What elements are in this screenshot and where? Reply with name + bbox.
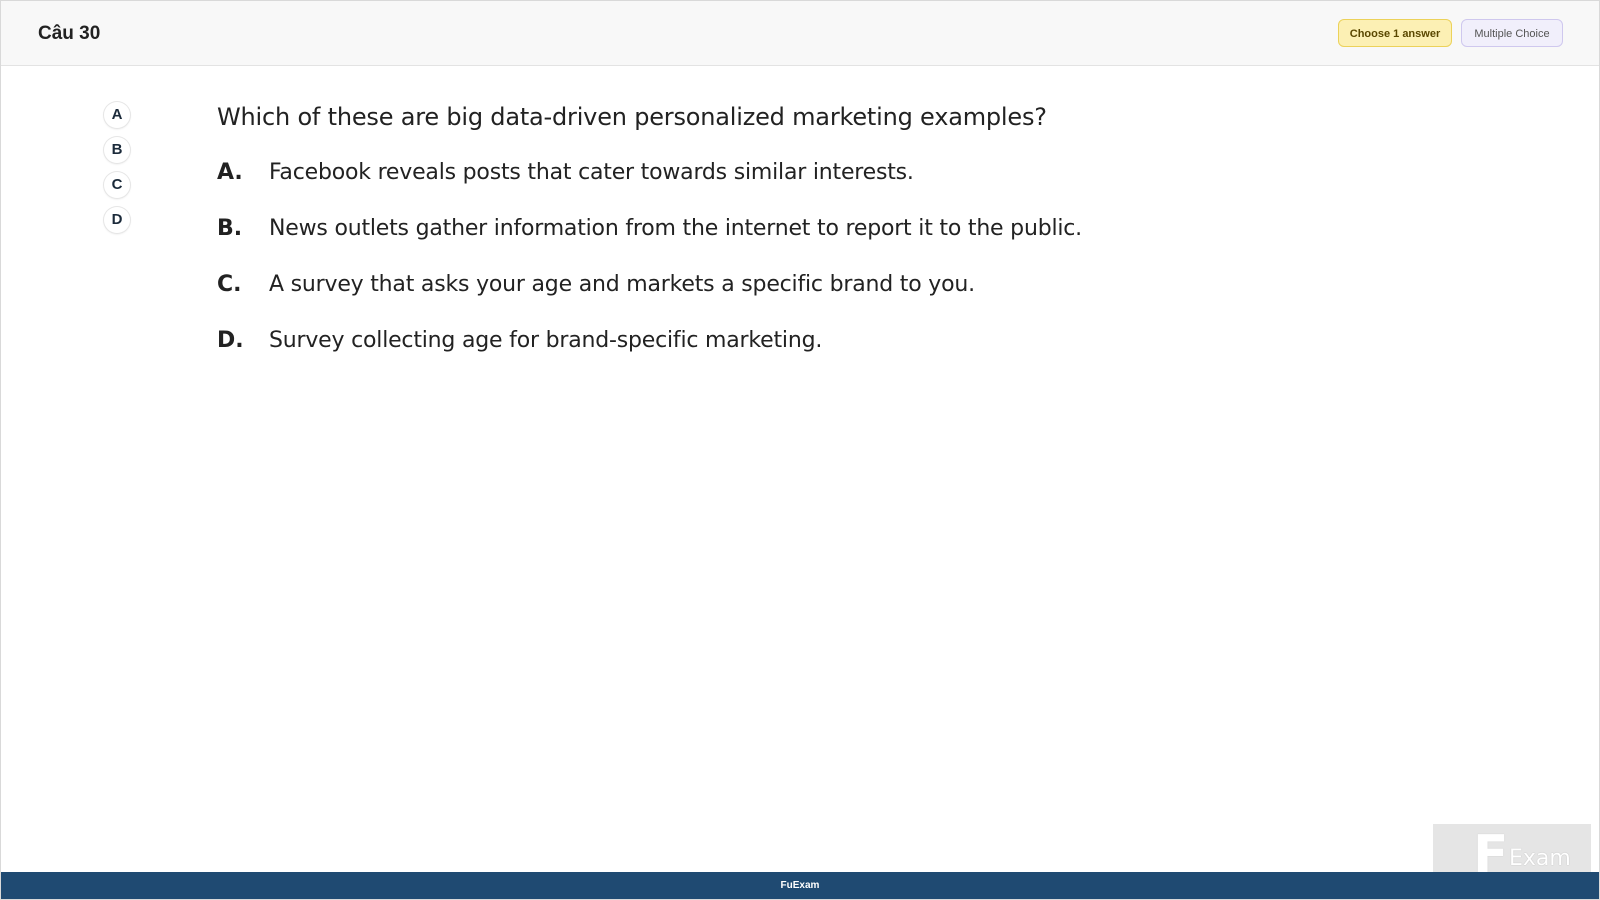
question-number: Câu 30 xyxy=(38,23,101,44)
option-text: A survey that asks your age and markets … xyxy=(269,272,975,297)
option-letter: A. xyxy=(217,160,243,185)
option-text: News outlets gather information from the… xyxy=(269,216,1082,241)
select-answer-d-button[interactable]: D xyxy=(104,207,130,233)
option-a[interactable]: A. Facebook reveals posts that cater tow… xyxy=(217,157,1417,213)
exam-page: Câu 30 Choose 1 answer Multiple Choice A… xyxy=(0,0,1600,900)
question-header: Câu 30 Choose 1 answer Multiple Choice xyxy=(1,1,1599,66)
footer-bar: FuExam xyxy=(1,872,1599,899)
option-letter: C. xyxy=(217,272,242,297)
question-body: Which of these are big data-driven perso… xyxy=(217,101,1417,381)
choose-answer-badge: Choose 1 answer xyxy=(1338,19,1452,47)
option-b[interactable]: B. News outlets gather information from … xyxy=(217,213,1417,269)
footer-brand: FuExam xyxy=(780,880,820,891)
question-type-badge: Multiple Choice xyxy=(1461,19,1563,47)
select-answer-c-button[interactable]: C xyxy=(104,172,130,198)
question-text: Which of these are big data-driven perso… xyxy=(217,103,1047,131)
select-answer-a-button[interactable]: A xyxy=(104,102,130,128)
select-answer-b-button[interactable]: B xyxy=(104,137,130,163)
option-text: Facebook reveals posts that cater toward… xyxy=(269,160,914,185)
option-letter: D. xyxy=(217,328,244,353)
option-text: Survey collecting age for brand-specific… xyxy=(269,328,823,353)
option-c[interactable]: C. A survey that asks your age and marke… xyxy=(217,269,1417,325)
option-letter: B. xyxy=(217,216,243,241)
option-d[interactable]: D. Survey collecting age for brand-speci… xyxy=(217,325,1417,381)
watermark-text: Exam xyxy=(1509,846,1571,871)
answer-selector: A B C D xyxy=(104,102,130,242)
